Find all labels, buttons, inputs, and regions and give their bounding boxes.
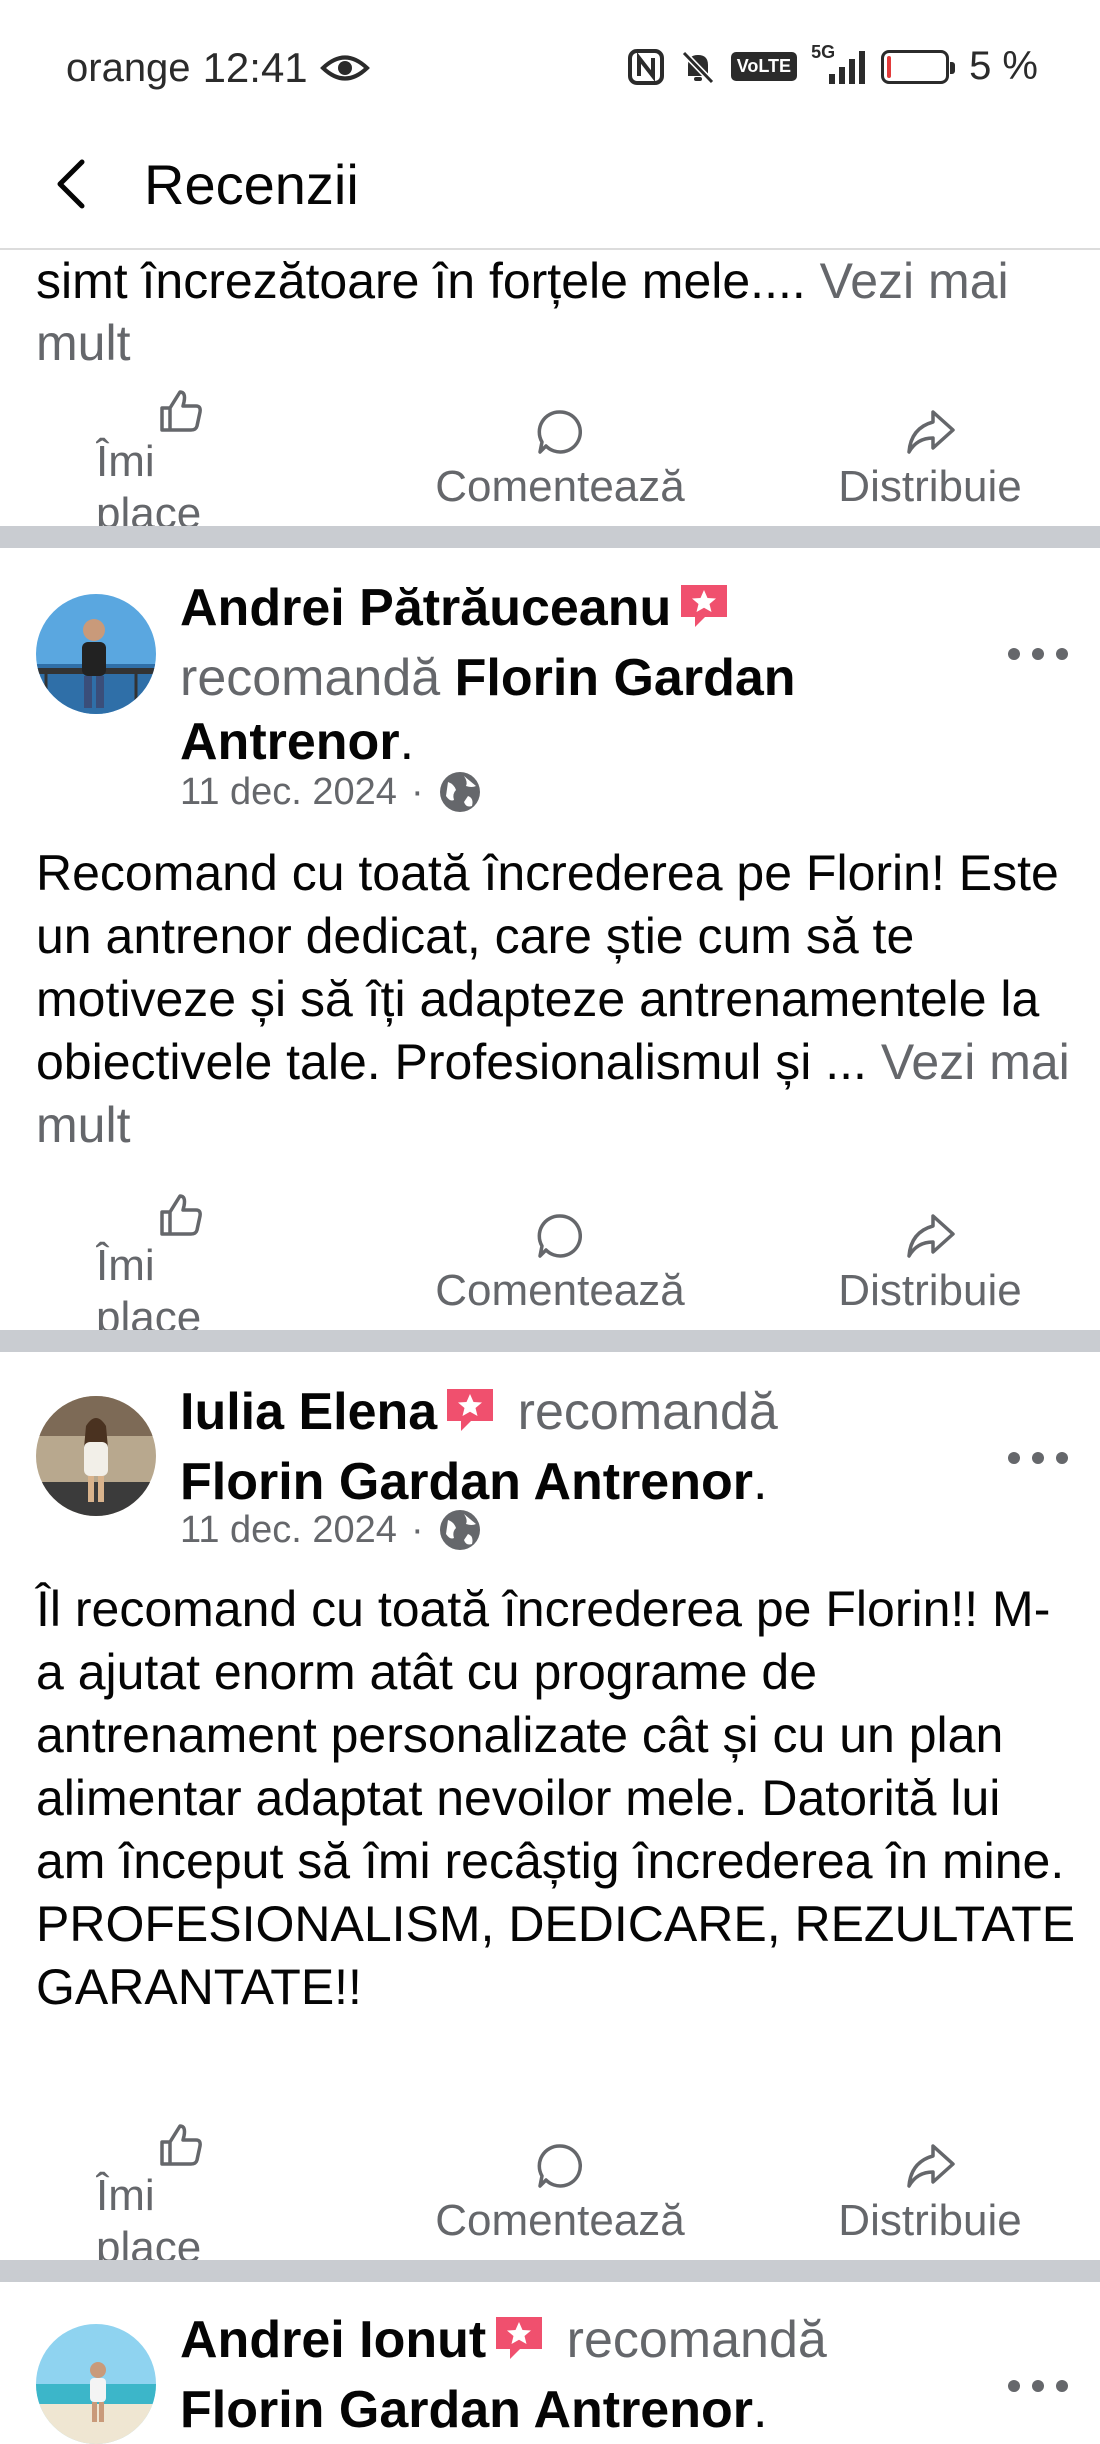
post-actions: Îmi place Comentează Distribuie [0, 2120, 1100, 2268]
page-name[interactable]: Florin Gardan Antrenor [180, 1453, 753, 1511]
network-type: 5G [811, 41, 836, 62]
post-divider [0, 1330, 1100, 1352]
comment-button[interactable]: Comentează [420, 1210, 700, 1316]
status-bar: orange 12:41 VoLTE 5G 5 % [0, 0, 1100, 138]
recommends-verb: recomandă [180, 649, 441, 707]
previous-post-actions: Îmi place Comentează Distribuie [0, 386, 1100, 534]
page-name[interactable]: Florin Gardan Antrenor [180, 2381, 753, 2439]
eye-icon [319, 53, 370, 83]
comment-label: Comentează [435, 462, 685, 511]
post-header: Iulia Elena recomandă Florin Gardan Antr… [180, 1383, 778, 1511]
chevron-left-icon [57, 159, 85, 209]
like-label: Îmi place [96, 2171, 202, 2268]
author-name[interactable]: Andrei Pătrăuceanu [180, 579, 671, 637]
review-text: Îl recomand cu toată încrederea pe Flori… [36, 1581, 1076, 2015]
post-header: Andrei Pătrăuceanu recomandă Florin Gard… [180, 579, 796, 771]
globe-icon [439, 1510, 480, 1550]
comment-label: Comentează [435, 2196, 685, 2245]
author-name[interactable]: Iulia Elena [180, 1383, 437, 1441]
muted-bell-icon [679, 48, 717, 86]
more-options-icon[interactable] [1006, 2376, 1070, 2396]
comment-icon [537, 1214, 583, 1258]
post-date[interactable]: 11 dec. 2024 [180, 771, 397, 814]
post-divider [0, 2260, 1100, 2282]
recommends-verb: recomandă [517, 1383, 778, 1441]
recommend-badge-icon [677, 581, 731, 646]
thumbs-up-icon [160, 390, 202, 432]
share-label: Distribuie [838, 1266, 1022, 1315]
review-text: Recomand cu toată încrederea pe Florin! … [36, 845, 1070, 1153]
back-button[interactable] [44, 154, 104, 214]
comment-label: Comentează [435, 1266, 685, 1315]
share-icon [907, 1214, 955, 1258]
more-options-icon[interactable] [1006, 1448, 1070, 1468]
nfc-icon [627, 48, 665, 86]
share-button[interactable]: Distribuie [810, 406, 1050, 512]
recommend-badge-icon [492, 2313, 546, 2378]
comment-button[interactable]: Comentează [420, 406, 700, 512]
volte-badge: VoLTE [730, 52, 798, 81]
post-actions: Îmi place Comentează Distribuie [0, 1190, 1100, 1338]
thumbs-up-icon [160, 2124, 202, 2166]
page-title: Recenzii [144, 153, 359, 216]
globe-icon [439, 772, 480, 812]
app-header: Recenzii [0, 138, 1100, 250]
battery-icon [881, 49, 956, 84]
author-name[interactable]: Andrei Ionut [180, 2311, 486, 2369]
like-label: Îmi place [96, 1241, 202, 1338]
avatar[interactable] [36, 1396, 156, 1516]
avatar[interactable] [36, 2324, 156, 2444]
recommends-verb: recomandă [566, 2311, 827, 2369]
share-icon [907, 410, 955, 454]
like-label: Îmi place [96, 437, 202, 534]
signal-icon: 5G [811, 42, 867, 86]
thumbs-up-icon [160, 1194, 202, 1236]
post-divider [0, 526, 1100, 548]
share-icon [907, 2144, 955, 2188]
battery-percent: 5 % [969, 44, 1038, 88]
carrier-label: orange [66, 45, 191, 90]
share-button[interactable]: Distribuie [810, 1210, 1050, 1316]
clock: 12:41 [202, 44, 308, 91]
comment-icon [537, 410, 583, 454]
post-header: Andrei Ionut recomandă Florin Gardan Ant… [180, 2311, 827, 2439]
previous-review-text: simt încrezătoare în forțele mele.... Ve… [36, 253, 1009, 371]
recommend-badge-icon [443, 1385, 497, 1450]
comment-button[interactable]: Comentează [420, 2140, 700, 2246]
avatar[interactable] [36, 594, 156, 714]
more-options-icon[interactable] [1006, 644, 1070, 664]
share-label: Distribuie [838, 462, 1022, 511]
share-label: Distribuie [838, 2196, 1022, 2245]
comment-icon [537, 2144, 583, 2188]
post-meta: 11 dec. 2024 · [180, 770, 482, 814]
post-meta: 11 dec. 2024 · [180, 1508, 482, 1552]
share-button[interactable]: Distribuie [810, 2140, 1050, 2246]
post-date[interactable]: 11 dec. 2024 [180, 1509, 397, 1552]
